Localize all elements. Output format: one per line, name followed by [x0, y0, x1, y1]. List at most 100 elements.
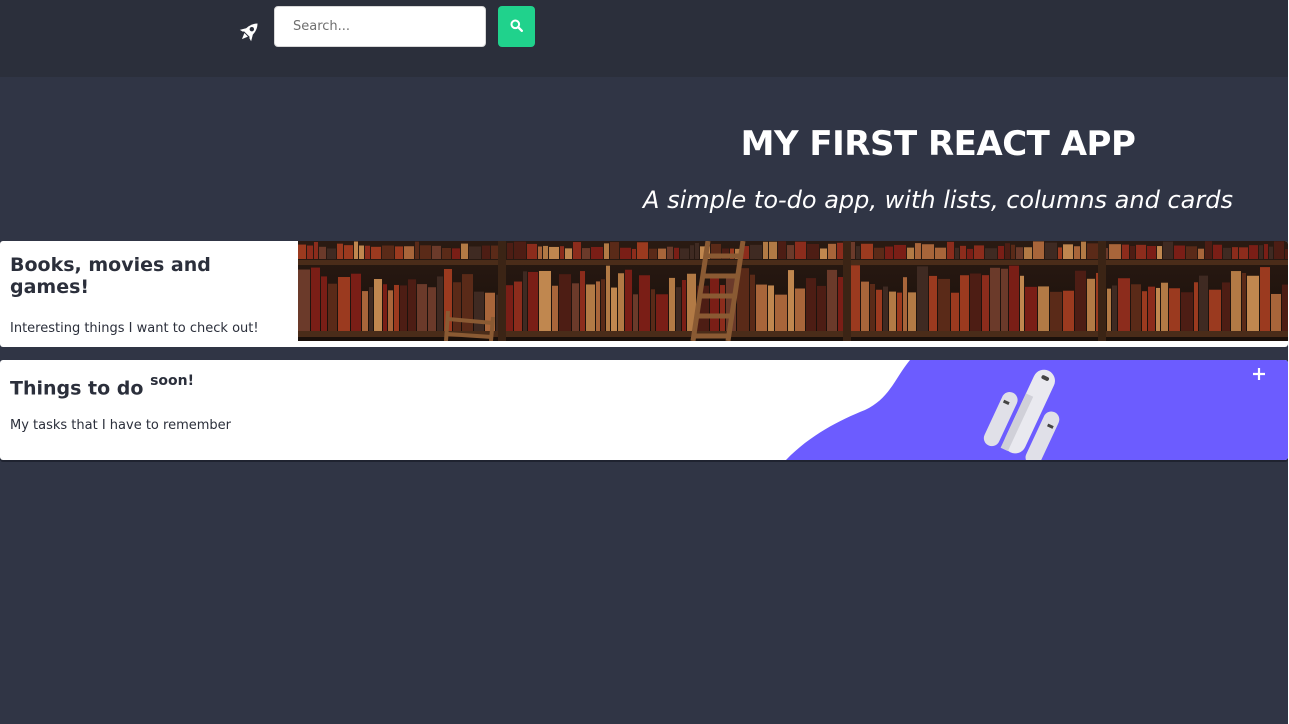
book-spine — [637, 242, 648, 259]
book-spine — [1001, 268, 1008, 331]
book-spine — [1194, 282, 1198, 331]
list-card-books[interactable]: Books, movies and games! Interesting thi… — [0, 241, 1288, 347]
book-spine — [611, 287, 617, 331]
book-spine — [1222, 282, 1230, 331]
book-spine — [974, 245, 984, 259]
book-spine — [362, 291, 368, 331]
book-spine — [523, 271, 527, 331]
list-card-todo[interactable]: Things to do soon! My tasks that I have … — [0, 360, 1288, 460]
book-spine — [461, 243, 468, 259]
book-spine — [907, 247, 914, 259]
book-spine — [1186, 246, 1197, 259]
book-spine — [1259, 245, 1263, 259]
book-spine — [720, 285, 725, 331]
book-spine — [417, 284, 427, 331]
book-spine — [750, 274, 755, 331]
book-spine — [420, 245, 431, 259]
book-spine — [1109, 244, 1121, 259]
book-spine — [620, 247, 631, 259]
book-spine — [903, 277, 907, 331]
book-spine — [769, 241, 777, 259]
book-spine — [1161, 282, 1168, 331]
book-spine — [1009, 265, 1019, 331]
book-spine — [883, 286, 888, 331]
search-button[interactable] — [498, 6, 535, 47]
book-spine — [960, 245, 966, 259]
search-input[interactable] — [274, 6, 486, 47]
book-spine — [768, 285, 774, 331]
book-spine — [1264, 244, 1268, 259]
book-spine — [827, 269, 837, 331]
book-spine — [955, 247, 959, 259]
book-spine — [1242, 272, 1246, 331]
book-spine — [876, 289, 882, 331]
book-spine — [1213, 244, 1222, 259]
book-spine — [1282, 284, 1288, 331]
book-spine — [861, 281, 869, 331]
book-spine — [394, 284, 399, 331]
book-spine — [1025, 286, 1037, 331]
book-spine — [580, 271, 585, 331]
book-spine — [482, 245, 490, 259]
book-spine — [442, 247, 451, 259]
book-spine — [369, 287, 373, 331]
book-spine — [1205, 241, 1212, 259]
book-spine — [695, 242, 699, 259]
book-spine — [469, 246, 481, 259]
book-spine — [1209, 289, 1221, 331]
book-spine — [527, 243, 537, 259]
book-spine — [935, 247, 946, 259]
book-spine — [632, 248, 636, 259]
book-spine — [528, 271, 538, 331]
book-spine — [889, 291, 896, 331]
book-spine — [453, 282, 461, 331]
book-spine — [596, 281, 600, 331]
book-spine — [327, 248, 336, 259]
book-spine — [404, 246, 414, 259]
book-spine — [1223, 247, 1231, 259]
book-spine — [388, 290, 393, 331]
book-spine — [828, 243, 836, 259]
book-spine — [763, 241, 768, 259]
book-spine — [1156, 287, 1160, 331]
book-spine — [756, 284, 767, 331]
book-spine — [750, 244, 762, 259]
book-spine — [1136, 244, 1146, 259]
book-spine — [307, 245, 313, 259]
book-spine — [382, 245, 394, 259]
book-spine — [374, 279, 382, 331]
book-spine — [383, 284, 387, 331]
book-spine — [1075, 270, 1086, 331]
book-spine — [915, 243, 921, 259]
book-spine — [573, 242, 581, 259]
book-spine — [651, 289, 655, 331]
book-spine — [1260, 267, 1270, 331]
book-spine — [990, 267, 1000, 331]
book-spine — [559, 274, 571, 331]
book-spine — [1058, 247, 1062, 259]
book-spine — [400, 285, 407, 331]
book-spine — [618, 273, 624, 331]
book-spine — [1174, 245, 1185, 259]
book-spine — [311, 267, 320, 331]
book-spine — [538, 246, 542, 259]
rocket-icon[interactable] — [235, 18, 263, 46]
book-spine — [337, 243, 343, 259]
list-title[interactable]: Things to do soon! — [10, 372, 194, 399]
book-spine — [870, 283, 875, 331]
book-spine — [1157, 246, 1162, 259]
plus-icon[interactable] — [1249, 364, 1269, 384]
book-spine — [582, 248, 590, 259]
book-spine — [667, 246, 673, 259]
book-spine — [806, 278, 816, 331]
book-spine — [586, 284, 595, 331]
book-spine — [938, 278, 950, 331]
book-spine — [298, 269, 310, 331]
book-spine — [669, 277, 675, 331]
book-spine — [1142, 291, 1147, 331]
book-spine — [1130, 245, 1135, 259]
book-spine — [1016, 247, 1023, 259]
book-spine — [591, 246, 603, 259]
book-spine — [947, 241, 954, 259]
list-title[interactable]: Books, movies and games! — [10, 254, 280, 298]
